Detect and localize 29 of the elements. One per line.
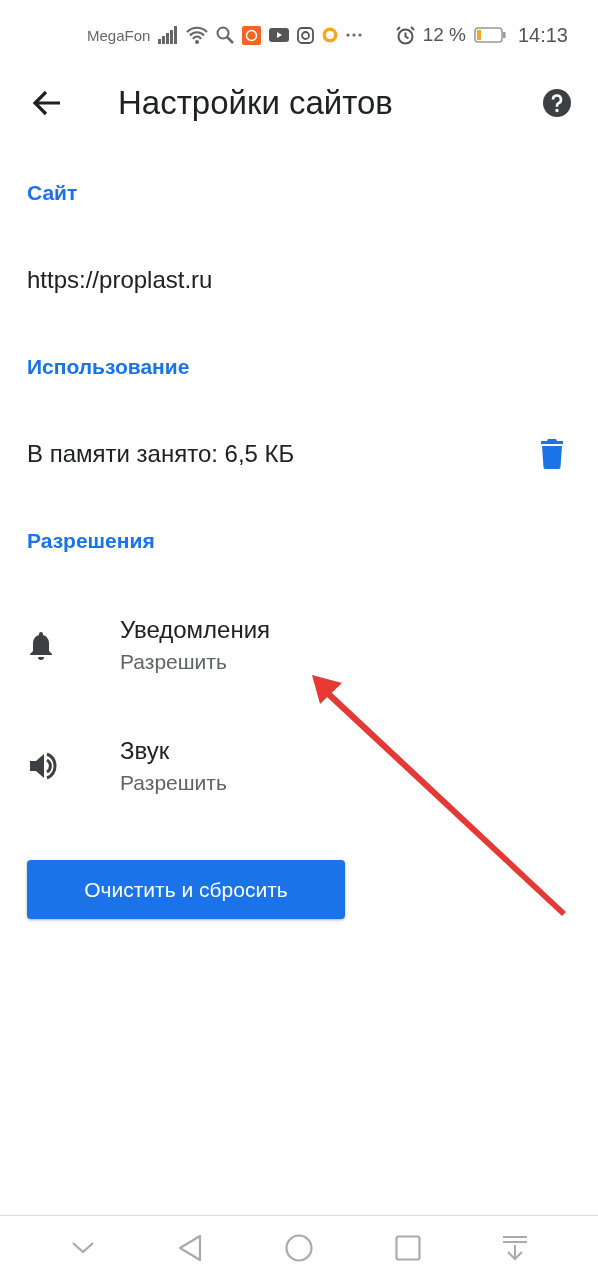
- battery-icon: [473, 27, 506, 43]
- home-icon[interactable]: [285, 1234, 313, 1262]
- permission-item[interactable]: Звук Разрешить: [0, 705, 598, 826]
- section-header: Сайт: [27, 180, 78, 205]
- signal-icon: [158, 26, 179, 44]
- notification-pull-icon[interactable]: [503, 1235, 527, 1261]
- reset-button[interactable]: Очистить и сбросить: [27, 860, 345, 919]
- more-icon: [346, 33, 363, 37]
- recent-apps-icon[interactable]: [395, 1235, 421, 1261]
- camera-icon: [297, 26, 315, 44]
- delete-icon[interactable]: [541, 438, 563, 469]
- wifi-icon: [186, 26, 209, 44]
- permission-item[interactable]: Уведомления Разрешить: [0, 584, 598, 705]
- site-url: https://proplast.ru: [27, 265, 214, 294]
- back-icon[interactable]: [177, 1234, 203, 1262]
- app-icon: [322, 27, 339, 43]
- section-header: Использование: [27, 354, 190, 379]
- chevron-down-icon[interactable]: [71, 1241, 95, 1255]
- alarm-icon: [395, 25, 415, 45]
- play-icon: [269, 28, 290, 42]
- app-icon: [242, 25, 262, 45]
- clock: 14:13: [517, 23, 568, 47]
- carrier-name: MegaFon: [87, 26, 151, 44]
- battery-percent: 12 %: [422, 24, 466, 46]
- help-icon[interactable]: [542, 88, 572, 118]
- page-title: Настройки сайтов: [118, 84, 394, 122]
- search-icon: [216, 26, 235, 44]
- section-header: Разрешения: [27, 528, 155, 553]
- storage-usage: В памяти занято: 6,5 КБ: [27, 439, 296, 468]
